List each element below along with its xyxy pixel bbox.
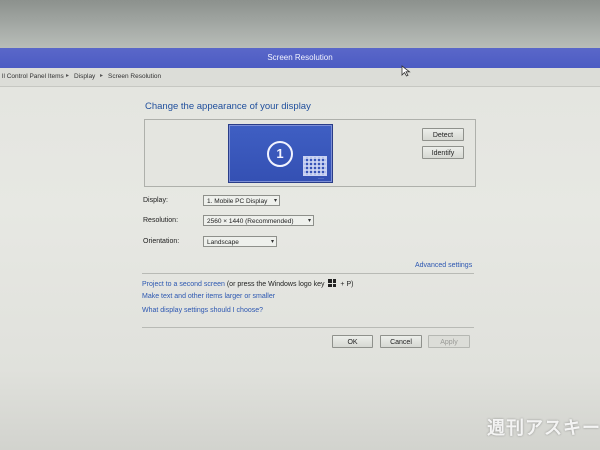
breadcrumb: ll Control Panel Items ▸ Display ▸ Scree…: [0, 68, 600, 87]
grid-icon: [303, 156, 327, 176]
orientation-label: Orientation:: [143, 238, 180, 245]
monitor-bezel: [0, 0, 600, 48]
page-title: Change the appearance of your display: [145, 101, 311, 112]
breadcrumb-item-screen-resolution[interactable]: Screen Resolution: [108, 73, 161, 80]
footer-divider: [142, 327, 474, 328]
identify-button[interactable]: Identify: [422, 146, 464, 159]
publisher-watermark: 週刊アスキー: [487, 418, 600, 439]
display-help-link[interactable]: What display settings should I choose?: [142, 307, 263, 314]
chevron-right-icon[interactable]: ▸: [66, 72, 69, 79]
resolution-select[interactable]: 2560 × 1440 (Recommended) ▾: [203, 215, 314, 226]
chevron-down-icon: ▾: [270, 239, 274, 245]
mouse-cursor-icon: [401, 64, 411, 82]
display-label: Display:: [143, 197, 168, 204]
apply-button[interactable]: Apply: [428, 335, 470, 348]
chevron-down-icon: ▾: [307, 218, 311, 224]
cancel-button[interactable]: Cancel: [380, 335, 422, 348]
window-titlebar: Screen Resolution: [0, 48, 600, 68]
orientation-select-value: Landscape: [207, 239, 239, 246]
section-divider: [142, 273, 474, 274]
window-title: Screen Resolution: [267, 53, 333, 62]
project-second-screen-link[interactable]: Project to a second screen: [142, 281, 225, 288]
advanced-settings-link[interactable]: Advanced settings: [415, 262, 472, 269]
display-select-value: 1. Mobile PC Display: [207, 198, 268, 205]
resize-dots-icon: ···: [318, 176, 324, 182]
monitor-number: 1: [267, 141, 293, 167]
detect-button[interactable]: Detect: [422, 128, 464, 141]
windows-logo-icon: [328, 279, 337, 287]
project-second-screen-row: Project to a second screen (or press the…: [142, 279, 353, 288]
project-hint-text: (or press the Windows logo key: [226, 281, 325, 288]
breadcrumb-item-control-panel[interactable]: ll Control Panel Items: [2, 73, 64, 80]
resolution-label: Resolution:: [143, 217, 179, 224]
orientation-select[interactable]: Landscape ▾: [203, 236, 277, 247]
resolution-select-value: 2560 × 1440 (Recommended): [207, 218, 294, 225]
project-hint-suffix: + P): [340, 281, 354, 288]
chevron-right-icon[interactable]: ▸: [100, 72, 103, 79]
text-size-link[interactable]: Make text and other items larger or smal…: [142, 293, 275, 300]
chevron-down-icon: ▾: [273, 198, 277, 204]
ok-button[interactable]: OK: [332, 335, 373, 348]
breadcrumb-item-display[interactable]: Display: [74, 73, 95, 80]
display-select[interactable]: 1. Mobile PC Display ▾: [203, 195, 280, 206]
monitor-1-tile[interactable]: 1 ···: [228, 124, 333, 183]
